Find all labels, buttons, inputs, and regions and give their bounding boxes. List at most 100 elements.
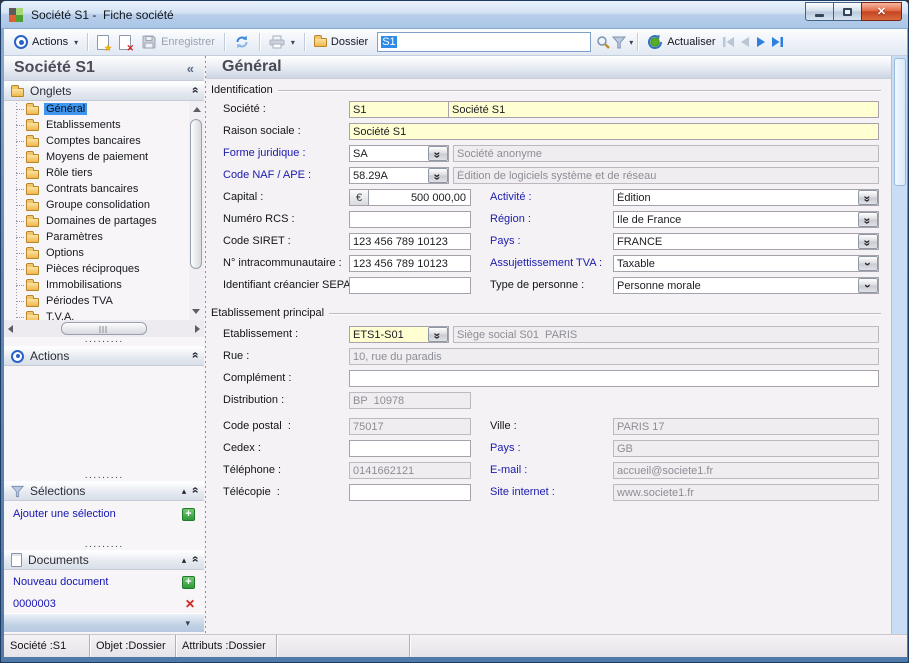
raison-sociale-field[interactable] [349, 123, 879, 140]
telecopie-field[interactable] [349, 484, 471, 501]
first-record-button[interactable] [721, 34, 737, 50]
panel-splitter[interactable] [205, 56, 206, 634]
splitter-grip[interactable]: ········· [4, 474, 204, 481]
collapse-small-icon[interactable]: ▴ [182, 486, 187, 497]
numero-rcs-field[interactable] [349, 211, 471, 228]
sepa-field[interactable] [349, 277, 471, 294]
collapse-small-icon[interactable]: ▴ [182, 555, 187, 566]
delete-record-button[interactable]: ✕ [114, 33, 136, 52]
print-button[interactable]: ▾ [264, 32, 300, 52]
chevron-down-icon[interactable]: ▾ [629, 38, 633, 47]
dropdown-button[interactable]: › [858, 278, 878, 293]
tree-horizontal-scrollbar[interactable] [4, 320, 204, 337]
filter-icon[interactable] [611, 34, 627, 50]
splitter-grip[interactable]: ········· [4, 543, 204, 550]
add-plus-button[interactable]: + [182, 508, 195, 521]
last-record-button[interactable] [769, 34, 785, 50]
scrollbar-thumb[interactable] [190, 119, 202, 269]
main-vertical-scrollbar[interactable] [891, 56, 907, 634]
tree-item-immobilisations[interactable]: Immobilisations [4, 277, 189, 293]
activite-value[interactable] [613, 189, 879, 206]
code-siret-field[interactable] [349, 233, 471, 250]
previous-record-button[interactable] [737, 34, 753, 50]
tree-item-groupe-consolidation[interactable]: Groupe consolidation [4, 197, 189, 213]
pays-value[interactable] [613, 233, 879, 250]
collapse-section-icon[interactable]: » [189, 489, 201, 494]
tree-item-contrats-bancaires[interactable]: Contrats bancaires [4, 181, 189, 197]
selections-section-header[interactable]: Sélections ▴ » [4, 481, 204, 501]
minimize-button[interactable] [805, 2, 834, 21]
actualiser-button[interactable]: Actualiser [642, 32, 720, 52]
complement-field[interactable] [349, 370, 879, 387]
scrollbar-thumb[interactable] [61, 322, 147, 335]
actions-section-header[interactable]: Actions » [4, 346, 204, 366]
tree-item-comptes-bancaires[interactable]: Comptes bancaires [4, 133, 189, 149]
tree-item-general[interactable]: Général [4, 101, 189, 117]
documents-section-header[interactable]: Documents ▴ » [4, 550, 204, 570]
lookup-button[interactable]: » [428, 146, 448, 161]
societe-name-field[interactable] [448, 101, 879, 118]
tree-item-tva[interactable]: T.V.A. [4, 309, 189, 320]
tree-item-etablissements[interactable]: Etablissements [4, 117, 189, 133]
lookup-button[interactable]: » [858, 234, 878, 249]
search-icon[interactable] [595, 34, 611, 50]
scroll-up-arrow[interactable] [193, 107, 201, 112]
dossier-button[interactable]: Dossier [309, 34, 373, 50]
dropdown-button[interactable]: › [858, 256, 878, 271]
titlebar[interactable]: Société S1 - Fiche société ✕ [1, 1, 909, 29]
euro-button[interactable]: € [350, 190, 369, 205]
type-personne-combo[interactable]: › [613, 277, 879, 294]
capital-field[interactable]: € 500 000,00 [349, 189, 471, 206]
next-record-button[interactable] [753, 34, 769, 50]
lookup-button[interactable]: » [428, 327, 448, 342]
tree-item-domaines-de-partages[interactable]: Domaines de partages [4, 213, 189, 229]
tree-item-periodes-tva[interactable]: Périodes TVA [4, 293, 189, 309]
maximize-button[interactable] [833, 2, 862, 21]
scroll-right-arrow[interactable] [195, 325, 200, 333]
documents-more-bar[interactable]: ▾ [4, 613, 204, 632]
scroll-left-arrow[interactable] [8, 325, 13, 333]
lookup-button[interactable]: » [858, 190, 878, 205]
scrollbar-thumb[interactable] [894, 58, 906, 186]
tree-vertical-scrollbar[interactable] [189, 101, 204, 320]
tva-value[interactable] [613, 255, 879, 272]
onglets-section-header[interactable]: Onglets » [4, 81, 204, 101]
lookup-button[interactable]: » [858, 212, 878, 227]
add-plus-button[interactable]: + [182, 576, 195, 589]
collapse-panel-icon[interactable]: « [187, 61, 194, 76]
region-value[interactable] [613, 211, 879, 228]
search-input[interactable]: S1 [377, 32, 591, 52]
delete-document-icon[interactable]: ✕ [185, 597, 195, 611]
refresh-button[interactable] [229, 32, 255, 52]
tva-combo[interactable]: › [613, 255, 879, 272]
add-selection-link[interactable]: Ajouter une sélection [13, 508, 116, 520]
activite-combo[interactable]: » [613, 189, 879, 206]
region-combo[interactable]: » [613, 211, 879, 228]
tree-item-moyens-de-paiement[interactable]: Moyens de paiement [4, 149, 189, 165]
new-document-link[interactable]: Nouveau document [13, 576, 108, 588]
tree-item-role-tiers[interactable]: Rôle tiers [4, 165, 189, 181]
actions-menu-button[interactable]: Actions ▾ [9, 33, 83, 51]
collapse-section-icon[interactable]: » [189, 89, 201, 94]
capital-value[interactable]: 500 000,00 [369, 192, 470, 204]
close-button[interactable]: ✕ [861, 2, 902, 21]
tree-item-options[interactable]: Options [4, 245, 189, 261]
save-button[interactable]: Enregistrer [136, 32, 220, 52]
tree-item-pieces-reciproques[interactable]: Pièces réciproques [4, 261, 189, 277]
etablissement-combo[interactable]: » [349, 326, 449, 343]
tree-item-parametres[interactable]: Paramètres [4, 229, 189, 245]
scroll-down-arrow[interactable] [192, 309, 200, 314]
cedex-field[interactable] [349, 440, 471, 457]
document-number-link[interactable]: 0000003 [13, 598, 56, 610]
code-naf-combo[interactable]: » [349, 167, 449, 184]
collapse-section-icon[interactable]: » [189, 354, 201, 359]
type-personne-value[interactable] [613, 277, 879, 294]
forme-juridique-combo[interactable]: » [349, 145, 449, 162]
scrollbar-track[interactable] [17, 322, 191, 335]
intracommunautaire-field[interactable] [349, 255, 471, 272]
lookup-button[interactable]: » [428, 168, 448, 183]
new-record-button[interactable]: ★ [92, 33, 114, 52]
collapse-section-icon[interactable]: » [189, 558, 201, 563]
societe-code-field[interactable] [349, 101, 449, 118]
splitter-grip[interactable]: ········· [4, 338, 204, 345]
